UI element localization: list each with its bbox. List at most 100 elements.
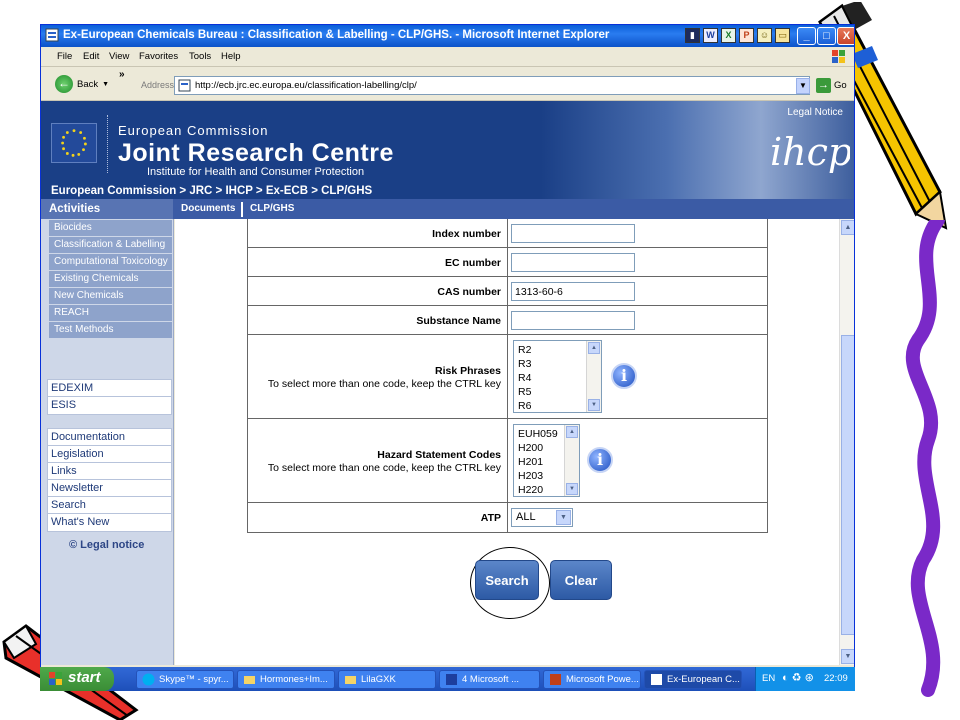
risk-phrases-listbox[interactable]: R2 R3 R4 R5 R6 ▲ ▼ — [513, 340, 602, 413]
sidebar-legal-notice-link[interactable]: © Legal notice — [69, 539, 144, 551]
menu-edit[interactable]: Edit — [83, 51, 99, 62]
address-label: Address — [141, 80, 175, 90]
language-indicator[interactable]: EN — [762, 673, 775, 684]
sidebar-item-biocides[interactable]: Biocides — [49, 220, 172, 237]
cas-number-input[interactable]: 1313-60-6 — [511, 282, 635, 301]
title-bar[interactable]: Ex-European Chemicals Bureau : Classific… — [41, 25, 854, 47]
atp-select[interactable]: ALL ▼ — [511, 508, 573, 527]
taskbar-item-skype[interactable]: Skype™ - spyr... — [136, 670, 234, 689]
tray-icons[interactable]: ◐ ♻ ⊛ — [782, 671, 814, 684]
sidebar-item-search[interactable]: Search — [48, 497, 171, 514]
ie-page-icon — [45, 28, 59, 42]
index-number-input[interactable] — [511, 224, 635, 243]
institute-subheading: Institute for Health and Consumer Protec… — [147, 166, 365, 178]
go-button[interactable]: → Go — [816, 78, 847, 93]
ihcp-logo-text: ihcp — [770, 130, 850, 174]
menu-help[interactable]: Help — [221, 51, 241, 62]
jrc-heading: Joint Research Centre — [118, 139, 394, 167]
slide: Ex-European Chemicals Bureau : Classific… — [0, 0, 960, 720]
menu-view[interactable]: View — [109, 51, 129, 62]
toolbar-overflow-chevron[interactable]: » — [119, 69, 125, 80]
menu-favorites[interactable]: Favorites — [139, 51, 178, 62]
cell-divider — [507, 248, 508, 276]
back-dropdown-icon[interactable]: ▼ — [102, 81, 109, 88]
sidebar-item-edexim[interactable]: EDEXIM — [48, 380, 171, 397]
address-bar[interactable]: http://ecb.jrc.ec.europa.eu/classificati… — [174, 76, 810, 95]
sidebar-item-links[interactable]: Links — [48, 463, 171, 480]
risk-phrases-info-icon[interactable]: i — [611, 363, 637, 389]
excel-icon[interactable]: X — [721, 28, 736, 43]
back-button[interactable]: ← Back ▼ — [55, 74, 109, 94]
browser-window: Ex-European Chemicals Bureau : Classific… — [40, 24, 855, 690]
sidebar-item-existing-chemicals[interactable]: Existing Chemicals — [49, 271, 172, 288]
sidebar-item-test-methods[interactable]: Test Methods — [49, 322, 172, 339]
sidebar-item-esis[interactable]: ESIS — [48, 397, 171, 414]
sidebar-item-legislation[interactable]: Legislation — [48, 446, 171, 463]
taskbar-item-powerpoint[interactable]: Microsoft Powe... — [543, 670, 641, 689]
scroll-down-icon[interactable]: ▼ — [588, 399, 600, 411]
taskbar-item-browser[interactable]: Ex-European C... — [644, 670, 742, 689]
scroll-down-icon[interactable]: ▼ — [566, 483, 578, 495]
hazard-codes-listbox[interactable]: EUH059 H200 H201 H203 H220 ▲ ▼ — [513, 424, 580, 497]
word-icon[interactable]: W — [703, 28, 718, 43]
go-arrow-icon: → — [816, 78, 831, 93]
windows-logo-icon — [49, 672, 62, 685]
windows-flag-icon — [832, 50, 845, 63]
ec-number-input[interactable] — [511, 253, 635, 272]
chevron-down-icon[interactable]: ▼ — [556, 510, 571, 525]
folder-icon[interactable]: ▭ — [775, 28, 790, 43]
page-scrollbar[interactable]: ▲ ▼ — [839, 219, 854, 665]
tab-clp-ghs[interactable]: CLP/GHS — [250, 203, 294, 214]
scroll-up-icon[interactable]: ▲ — [588, 342, 600, 354]
substance-name-input[interactable] — [511, 311, 635, 330]
taskbar-item-word[interactable]: 4 Microsoft ... — [439, 670, 540, 689]
hazard-codes-info-icon[interactable]: i — [587, 447, 613, 473]
sidebar-item-reach[interactable]: REACH — [49, 305, 172, 322]
sidebar-item-computational-toxicology[interactable]: Computational Toxicology — [49, 254, 172, 271]
hazard-codes-row: Hazard Statement Codes To select more th… — [248, 419, 767, 503]
section-nav: Activities Documents CLP/GHS — [41, 199, 854, 219]
search-button[interactable]: Search — [475, 560, 539, 600]
listbox-scrollbar[interactable]: ▲ ▼ — [564, 425, 579, 496]
cell-divider — [507, 277, 508, 305]
taskbar-item-hormones[interactable]: Hormones+Im... — [237, 670, 335, 689]
scrollbar-thumb[interactable] — [841, 335, 854, 635]
atp-label: ATP — [480, 512, 501, 524]
legal-notice-link[interactable]: Legal Notice — [787, 107, 843, 118]
tab-documents[interactable]: Documents — [181, 203, 235, 214]
banner-divider — [107, 115, 108, 173]
menu-file[interactable]: File — [57, 51, 72, 62]
scroll-up-icon[interactable]: ▲ — [841, 220, 854, 235]
skype-icon — [142, 673, 155, 686]
address-dropdown-icon[interactable]: ▼ — [796, 78, 810, 94]
maximize-button[interactable]: □ — [817, 27, 836, 45]
start-button[interactable]: start — [40, 667, 114, 691]
taskbar-item-label: 4 Microsoft ... — [462, 674, 520, 685]
menu-tools[interactable]: Tools — [189, 51, 211, 62]
pinned-app-icon[interactable]: ▮ — [685, 28, 700, 43]
back-label: Back — [77, 78, 99, 90]
breadcrumb[interactable]: European Commission > JRC > IHCP > Ex-EC… — [51, 185, 372, 197]
scroll-up-icon[interactable]: ▲ — [566, 426, 578, 438]
minimize-button[interactable]: _ — [797, 27, 816, 45]
cell-divider — [507, 419, 508, 502]
taskbar-item-label: Ex-European C... — [667, 674, 740, 685]
listbox-scrollbar[interactable]: ▲ ▼ — [586, 341, 601, 412]
explorer-icon[interactable]: ☺ — [757, 28, 772, 43]
sidebar-item-newsletter[interactable]: Newsletter — [48, 480, 171, 497]
sidebar-item-documentation[interactable]: Documentation — [48, 429, 171, 446]
folder-icon — [345, 676, 356, 684]
ihcp-logo: ihcp — [770, 130, 850, 174]
back-arrow-icon: ← — [55, 75, 73, 93]
close-button[interactable]: X — [837, 27, 854, 45]
activities-heading: Activities — [41, 199, 173, 219]
sidebar-item-whats-new[interactable]: What's New — [48, 514, 171, 531]
substance-name-row: Substance Name — [248, 306, 767, 335]
clear-button[interactable]: Clear — [550, 560, 612, 600]
powerpoint-icon[interactable]: P — [739, 28, 754, 43]
scroll-down-icon[interactable]: ▼ — [841, 649, 854, 664]
taskbar-item-lilagxk[interactable]: LilaGXK — [338, 670, 436, 689]
taskbar: start Skype™ - spyr... Hormones+Im... Li… — [40, 667, 855, 691]
sidebar-item-new-chemicals[interactable]: New Chemicals — [49, 288, 172, 305]
sidebar-item-classification[interactable]: Classification & Labelling — [49, 237, 172, 254]
